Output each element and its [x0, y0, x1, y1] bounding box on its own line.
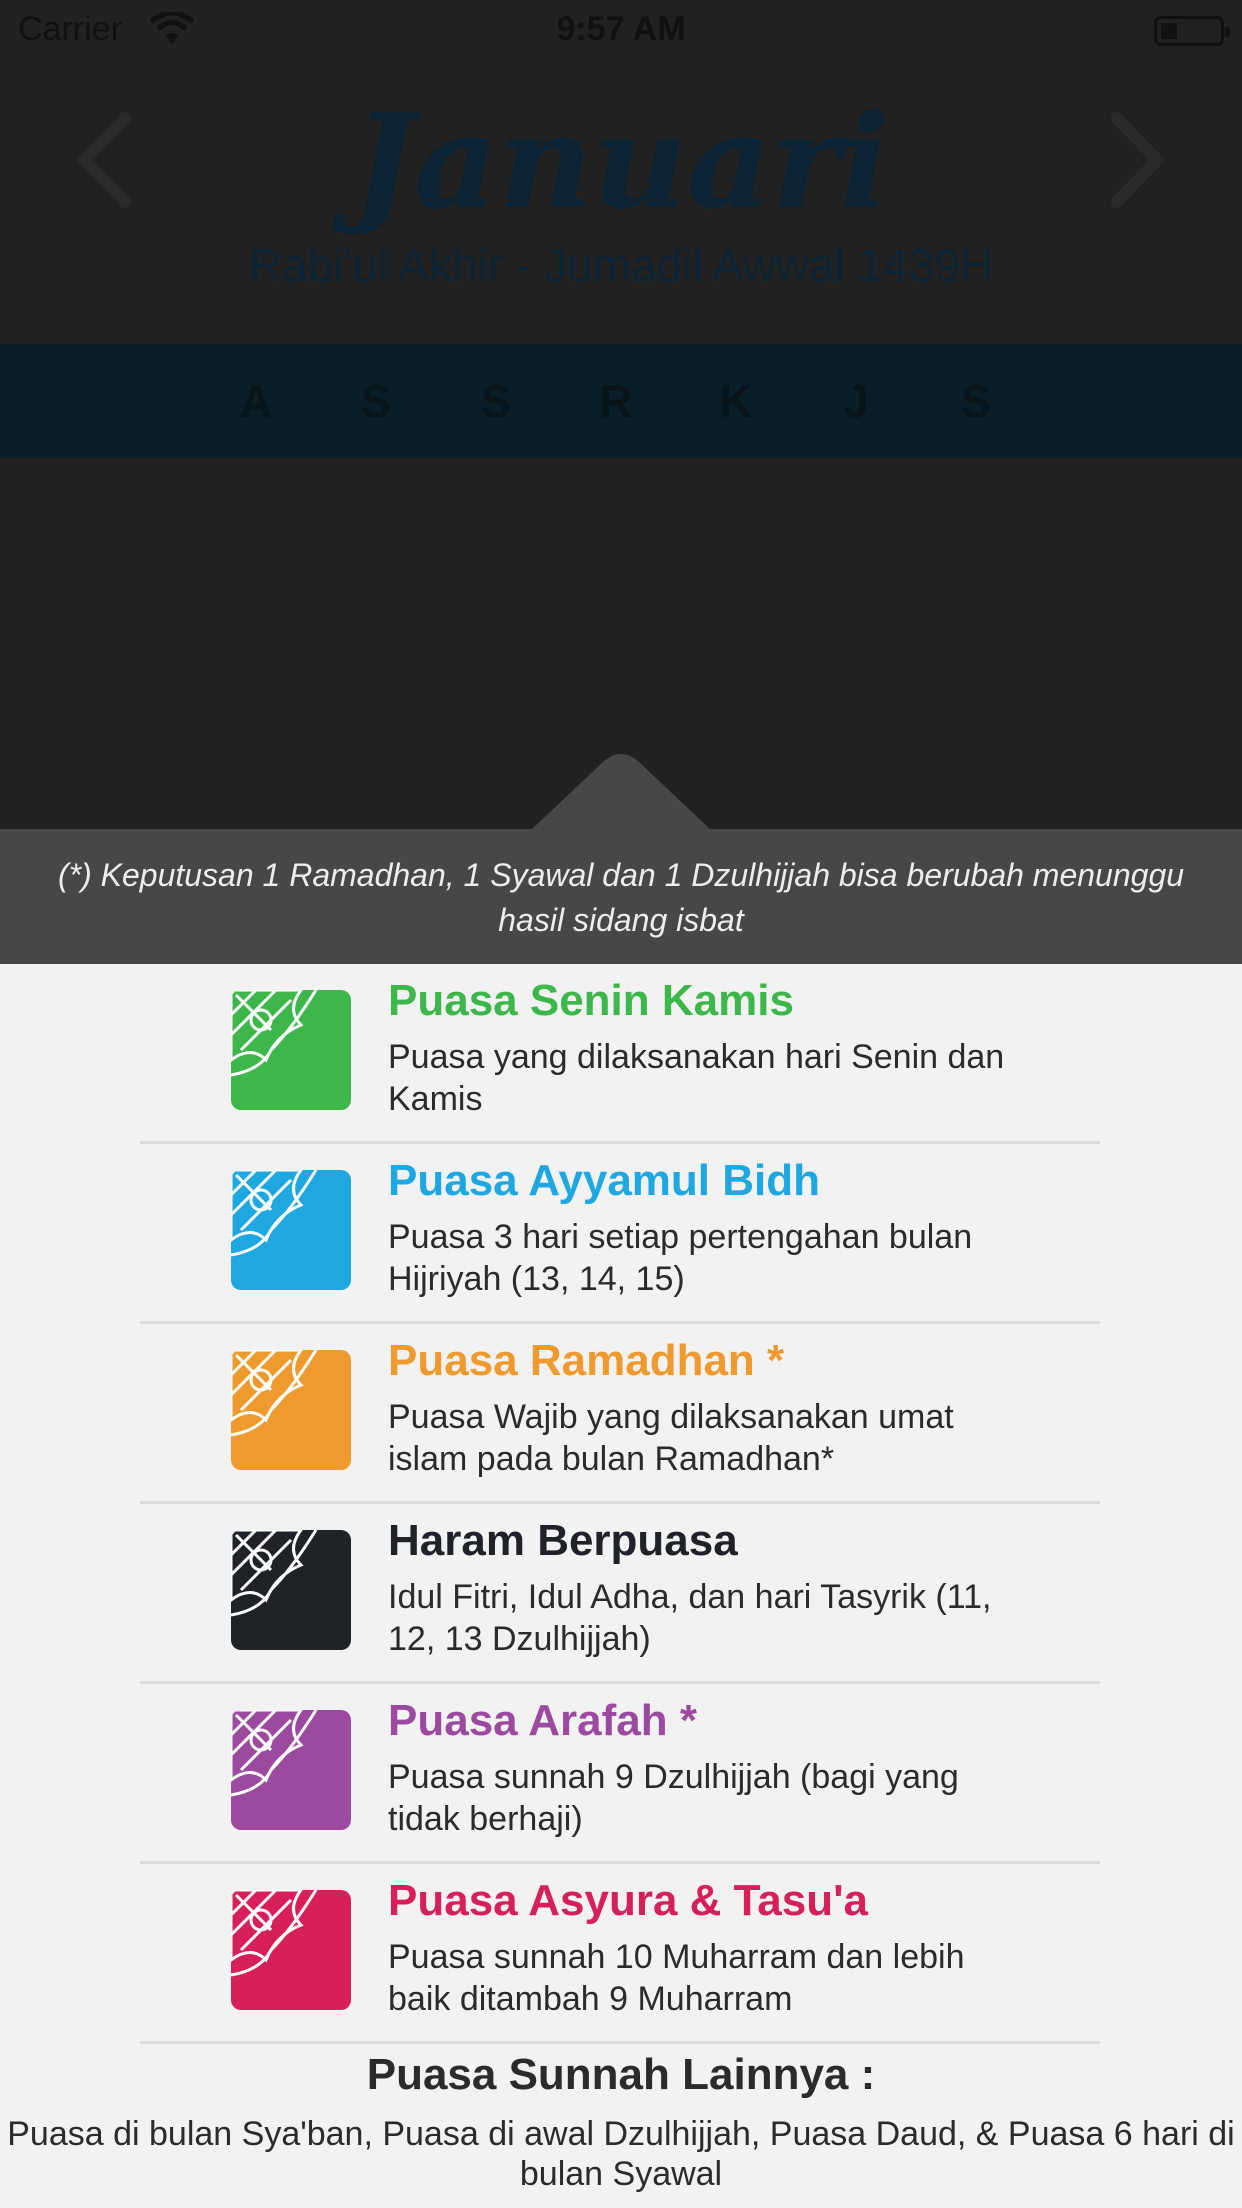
- chevron-right-icon: [1111, 112, 1166, 208]
- legend-description: Puasa sunnah 10 Muharram dan lebih baik …: [388, 1938, 965, 2018]
- ornament-icon: [231, 1530, 351, 1650]
- weekday-label: S: [480, 375, 512, 427]
- weekday-header: A S S R K J S: [0, 344, 1242, 458]
- other-sunnah-section: Puasa Sunnah Lainnya : Puasa di bulan Sy…: [0, 2050, 1242, 2194]
- ornament-icon: [231, 1170, 351, 1290]
- ornament-icon: [231, 1710, 351, 1830]
- legend-title: Puasa Asyura & Tasu'a: [388, 1876, 869, 1925]
- weekday-label: S: [360, 375, 392, 427]
- legend-title: Puasa Ramadhan *: [388, 1336, 785, 1385]
- legend-title: Puasa Senin Kamis: [388, 976, 794, 1025]
- legend-description: Puasa Wajib yang dilaksanakan umat islam…: [388, 1398, 954, 1478]
- other-sunnah-description: Puasa di bulan Sya'ban, Puasa di awal Dz…: [7, 2115, 1235, 2193]
- weekday-label: S: [960, 375, 992, 427]
- ornament-icon: [231, 1350, 351, 1470]
- isbat-notice: (*) Keputusan 1 Ramadhan, 1 Syawal dan 1…: [0, 829, 1242, 964]
- battery-icon: [1154, 16, 1230, 46]
- legend-item: Puasa Senin Kamis Puasa yang dilaksanaka…: [140, 964, 1100, 1144]
- legend-item: Haram Berpuasa Idul Fitri, Idul Adha, da…: [140, 1504, 1100, 1684]
- ornament-icon: [231, 1890, 351, 2010]
- calendar-header-dimmed: Carrier 9:57 AM Januari Rabi'ul Akhir - …: [0, 0, 1242, 829]
- legend-description: Puasa 3 hari setiap pertengahan bulan Hi…: [388, 1218, 973, 1298]
- other-sunnah-title: Puasa Sunnah Lainnya :: [366, 2050, 876, 2099]
- weekday-label: A: [239, 375, 273, 427]
- legend-item: Puasa Ramadhan * Puasa Wajib yang dilaks…: [140, 1324, 1100, 1504]
- status-bar: Carrier 9:57 AM: [0, 0, 1242, 60]
- legend-item: Puasa Asyura & Tasu'a Puasa sunnah 10 Mu…: [140, 1864, 1100, 2044]
- legend-title: Puasa Arafah *: [388, 1696, 697, 1745]
- weekday-label: R: [599, 375, 633, 427]
- legend-item: Puasa Arafah * Puasa sunnah 9 Dzulhijjah…: [140, 1684, 1100, 1864]
- clock: 9:57 AM: [556, 10, 686, 48]
- hijri-subtitle: Rabi'ul Akhir - Jumadil Awwal 1439H: [248, 239, 994, 291]
- legend-description: Puasa yang dilaksanakan hari Senin dan K…: [388, 1038, 1005, 1118]
- legend-description: Puasa sunnah 9 Dzulhijjah (bagi yang tid…: [388, 1758, 959, 1838]
- legend-item: Puasa Ayyamul Bidh Puasa 3 hari setiap p…: [140, 1144, 1100, 1324]
- popover-pointer: [531, 754, 711, 830]
- next-month-button[interactable]: [1102, 110, 1172, 210]
- legend-list: Puasa Senin Kamis Puasa yang dilaksanaka…: [140, 964, 1100, 2044]
- month-title: Januari: [352, 85, 890, 238]
- legend-title: Haram Berpuasa: [388, 1516, 738, 1565]
- weekday-label: K: [719, 375, 753, 427]
- legend-title: Puasa Ayyamul Bidh: [388, 1156, 820, 1205]
- legend-description: Idul Fitri, Idul Adha, dan hari Tasyrik …: [388, 1578, 992, 1658]
- ornament-icon: [231, 990, 351, 1110]
- weekday-label: J: [843, 375, 869, 427]
